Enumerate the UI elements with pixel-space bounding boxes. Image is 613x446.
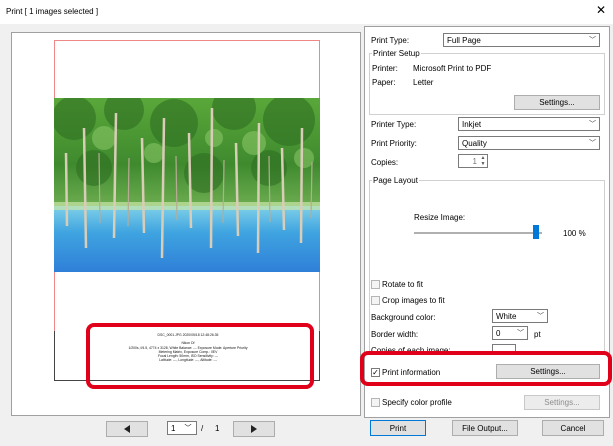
page-layout-legend: Page Layout: [372, 176, 419, 185]
rotate-label: Rotate to fit: [382, 280, 423, 289]
resize-value: 100 %: [563, 229, 586, 238]
chevron-down-icon: ﹀: [537, 313, 544, 320]
border-width-label: Border width:: [371, 330, 419, 339]
printer-type-value: Inkjet: [462, 119, 482, 129]
paper-label: Paper:: [372, 78, 396, 87]
print-priority-select[interactable]: Quality ﹀: [458, 136, 600, 150]
print-type-label: Print Type:: [371, 36, 410, 45]
bg-color-select[interactable]: White ﹀: [492, 309, 548, 323]
border-width-unit: pt: [534, 330, 541, 339]
close-icon[interactable]: ✕: [596, 4, 606, 16]
copies-each-stepper[interactable]: [492, 344, 516, 351]
print-priority-value: Quality: [462, 138, 487, 148]
border-width-value: 0: [496, 328, 501, 338]
page-total: 1: [215, 424, 220, 433]
resize-label: Resize Image:: [414, 213, 466, 222]
preview-image: [54, 98, 320, 272]
cancel-button[interactable]: Cancel: [542, 420, 604, 436]
copies-value: 1: [472, 156, 477, 166]
crop-label: Crop images to fit: [382, 296, 445, 305]
stepper-arrows-icon[interactable]: ▲ ▼: [479, 155, 487, 167]
printer-setup-legend: Printer Setup: [372, 49, 421, 58]
printer-label: Printer:: [372, 64, 398, 73]
chevron-down-icon: ﹀: [589, 121, 596, 128]
printer-value: Microsoft Print to PDF: [413, 64, 492, 73]
resize-slider-thumb[interactable]: [532, 225, 539, 239]
page-current: 1: [171, 423, 176, 433]
prev-page-icon: [124, 425, 130, 433]
border-width-select[interactable]: 0 ﹀: [492, 326, 528, 340]
highlight-print-info-option: [360, 351, 612, 386]
print-type-value: Full Page: [447, 35, 481, 45]
color-profile-settings-button[interactable]: Settings...: [524, 395, 600, 410]
bg-color-value: White: [496, 311, 517, 321]
crop-checkbox[interactable]: [371, 296, 380, 305]
printer-type-label: Printer Type:: [371, 120, 417, 129]
chevron-down-icon: ﹀: [589, 140, 596, 147]
resize-slider-track[interactable]: [414, 232, 542, 234]
print-type-select[interactable]: Full Page ﹀: [443, 33, 600, 47]
print-priority-label: Print Priority:: [371, 139, 417, 148]
chevron-down-icon: ﹀: [589, 37, 596, 44]
window-title: Print [ 1 images selected ]: [6, 7, 99, 16]
printer-type-select[interactable]: Inkjet ﹀: [458, 117, 600, 131]
paper-value: Letter: [413, 78, 434, 87]
printer-settings-button[interactable]: Settings...: [514, 95, 600, 110]
chevron-down-icon: ﹀: [184, 425, 192, 432]
bg-color-label: Background color:: [371, 313, 436, 322]
print-button[interactable]: Print: [370, 420, 426, 436]
prev-page-button[interactable]: [106, 421, 148, 437]
next-page-icon: [251, 425, 257, 433]
rotate-checkbox[interactable]: [371, 280, 380, 289]
highlight-print-info-preview: [86, 323, 314, 389]
next-page-button[interactable]: [233, 421, 275, 437]
chevron-down-icon: ﹀: [517, 330, 524, 337]
copies-label: Copies:: [371, 158, 399, 167]
color-profile-label: Specify color profile: [382, 398, 452, 407]
color-profile-checkbox[interactable]: [371, 398, 380, 407]
file-output-button[interactable]: File Output...: [452, 420, 518, 436]
page-layout-group: [369, 180, 605, 352]
page-number-select[interactable]: 1 ﹀: [167, 421, 197, 435]
page-separator: /: [201, 424, 204, 433]
